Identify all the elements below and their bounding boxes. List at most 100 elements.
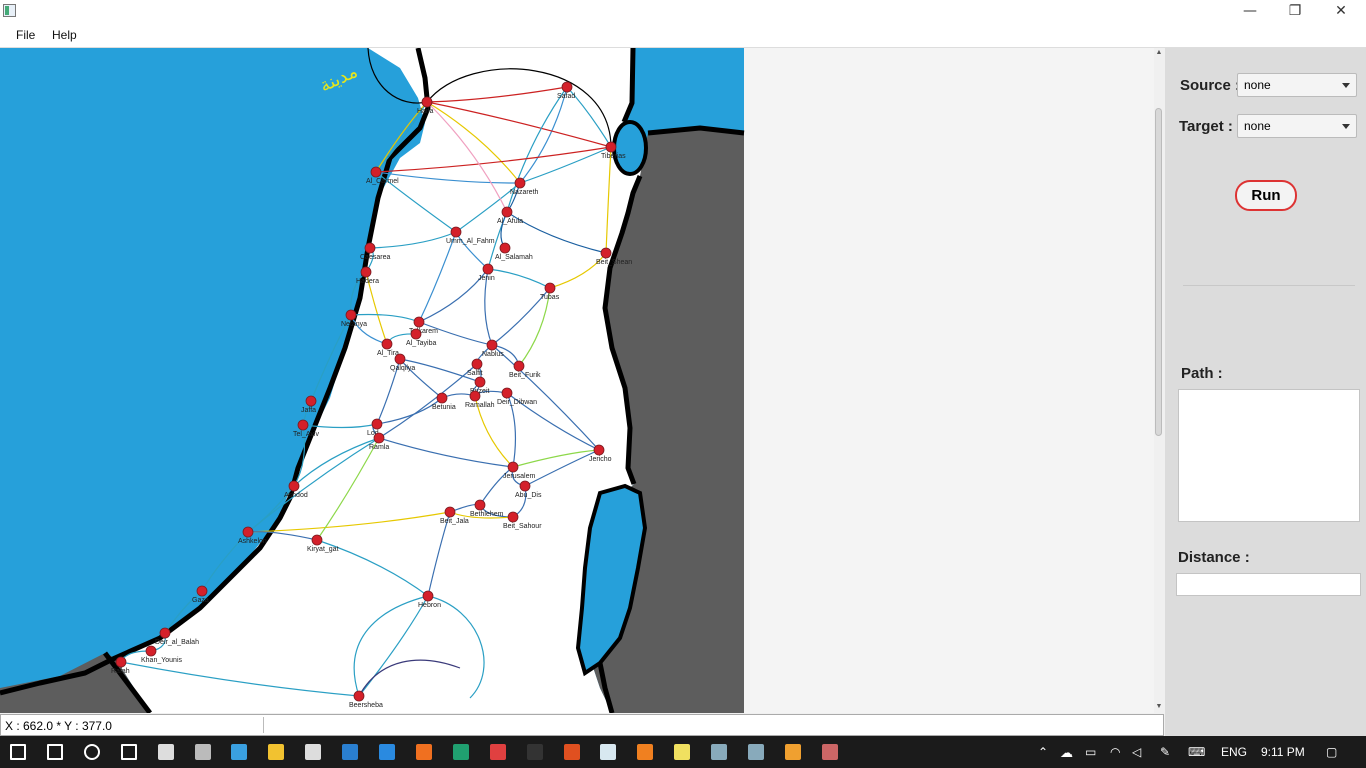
- city-dot[interactable]: [242, 526, 254, 538]
- scroll-up-icon[interactable]: ▲: [1155, 49, 1163, 57]
- restore-button[interactable]: ❐: [1272, 0, 1318, 24]
- city-dot[interactable]: [474, 376, 486, 388]
- city-dot[interactable]: [561, 81, 573, 93]
- map-canvas[interactable]: Safad Haifa Tiberias Al_Carmel Nazareth Al_Af…: [0, 48, 1154, 713]
- control-panel: Source : none Target : none Run Path : D…: [1165, 48, 1366, 736]
- network-icon[interactable]: [711, 744, 728, 760]
- notepad-icon[interactable]: [600, 744, 617, 760]
- clock[interactable]: 9:11 PM: [1261, 745, 1305, 759]
- battery-icon[interactable]: ▭: [1085, 745, 1096, 759]
- city-dot[interactable]: [513, 360, 525, 372]
- cloud-icon[interactable]: ☁: [1060, 745, 1073, 761]
- language-indicator[interactable]: ENG: [1221, 745, 1247, 759]
- app-icon-3[interactable]: [784, 744, 801, 760]
- chrome-icon[interactable]: [489, 744, 506, 760]
- city-dot[interactable]: [360, 266, 372, 278]
- java-icon[interactable]: [821, 744, 838, 760]
- city-dot[interactable]: [507, 511, 519, 523]
- city-dot[interactable]: [486, 339, 498, 351]
- city-dot[interactable]: [471, 358, 483, 370]
- city-dot[interactable]: [436, 392, 448, 404]
- city-dot[interactable]: [444, 506, 456, 518]
- city-dot[interactable]: [499, 242, 511, 254]
- firefox-icon[interactable]: [415, 744, 432, 760]
- scroll-down-icon[interactable]: ▼: [1155, 703, 1163, 711]
- app-icon-2[interactable]: [748, 744, 764, 760]
- distance-output[interactable]: [1176, 573, 1361, 596]
- wifi-icon[interactable]: ◠: [1110, 745, 1120, 759]
- city-dot[interactable]: [381, 338, 393, 350]
- edge-dev-icon[interactable]: [452, 744, 469, 760]
- city-dot[interactable]: [371, 418, 383, 430]
- sublime-icon[interactable]: [637, 744, 654, 760]
- ubuntu-icon[interactable]: [563, 744, 580, 760]
- pen-icon[interactable]: ✎: [1160, 745, 1170, 759]
- volume-icon[interactable]: ◁: [1132, 745, 1141, 759]
- start-icon[interactable]: [10, 744, 26, 760]
- city-dot[interactable]: [410, 328, 422, 340]
- scroll-thumb[interactable]: [1155, 108, 1162, 436]
- city-dot[interactable]: [605, 141, 617, 153]
- city-dot[interactable]: [469, 390, 481, 402]
- menu-help[interactable]: Help: [52, 28, 77, 42]
- source-select[interactable]: none: [1237, 73, 1357, 97]
- edge-icon[interactable]: [379, 744, 395, 760]
- notes-icon[interactable]: [674, 744, 691, 760]
- city-dot[interactable]: [370, 166, 382, 178]
- mail-icon[interactable]: [157, 744, 174, 760]
- city-dot[interactable]: [413, 316, 425, 328]
- desktop-icon[interactable]: [231, 744, 248, 760]
- task-view-icon[interactable]: [120, 744, 137, 760]
- file-explorer-icon[interactable]: [268, 744, 285, 760]
- city-label: Ramla: [369, 444, 389, 451]
- calculator-icon[interactable]: [194, 744, 211, 760]
- path-output[interactable]: [1178, 389, 1360, 522]
- city-dot[interactable]: [115, 656, 127, 668]
- city-dot[interactable]: [482, 263, 494, 275]
- minimize-button[interactable]: —: [1227, 0, 1273, 24]
- city-dot[interactable]: [501, 387, 513, 399]
- city-dot[interactable]: [297, 419, 309, 431]
- city-dot[interactable]: [305, 395, 317, 407]
- city-dot[interactable]: [514, 177, 526, 189]
- map-pane[interactable]: Safad Haifa Tiberias Al_Carmel Nazareth Al_Af…: [0, 48, 1154, 713]
- store-icon[interactable]: [305, 744, 322, 760]
- notifications-icon[interactable]: ▢: [1326, 745, 1337, 759]
- city-dot[interactable]: [421, 96, 433, 108]
- city-dot[interactable]: [474, 499, 486, 511]
- city-dot[interactable]: [288, 480, 300, 492]
- city-dot[interactable]: [422, 590, 434, 602]
- city-dot[interactable]: [373, 432, 385, 444]
- city-dot[interactable]: [311, 534, 323, 546]
- city-label: Beersheba: [349, 702, 383, 709]
- city-dot[interactable]: [345, 309, 357, 321]
- city-dot[interactable]: [593, 444, 605, 456]
- city-dot[interactable]: [600, 247, 612, 259]
- chevron-down-icon: [1342, 83, 1350, 88]
- run-button[interactable]: Run: [1235, 180, 1297, 211]
- vertical-scrollbar[interactable]: ▲ ▼: [1154, 48, 1164, 713]
- city-dot[interactable]: [364, 242, 376, 254]
- city-dot[interactable]: [519, 480, 531, 492]
- chevron-up-icon[interactable]: ⌃: [1038, 745, 1048, 759]
- city-dot[interactable]: [394, 353, 406, 365]
- cmd-icon[interactable]: [526, 744, 543, 760]
- city-dot[interactable]: [145, 645, 157, 657]
- target-select[interactable]: none: [1237, 114, 1357, 138]
- city-dot[interactable]: [159, 627, 171, 639]
- city-dot[interactable]: [450, 226, 462, 238]
- close-button[interactable]: ✕: [1318, 0, 1364, 24]
- city-dot[interactable]: [501, 206, 513, 218]
- keyboard-icon[interactable]: ⌨: [1188, 745, 1205, 759]
- cortana-icon[interactable]: [83, 744, 100, 760]
- search-icon[interactable]: [46, 744, 63, 760]
- city-dot[interactable]: [196, 585, 208, 597]
- city-dot[interactable]: [544, 282, 556, 294]
- menu-file[interactable]: File: [16, 28, 35, 42]
- city-dot[interactable]: [353, 690, 365, 702]
- city-dot[interactable]: [507, 461, 519, 473]
- city-label: Deir_al_Balah: [155, 639, 199, 646]
- city-label: Safad: [557, 93, 575, 100]
- photos-icon[interactable]: [342, 744, 359, 760]
- distance-label: Distance :: [1178, 549, 1250, 566]
